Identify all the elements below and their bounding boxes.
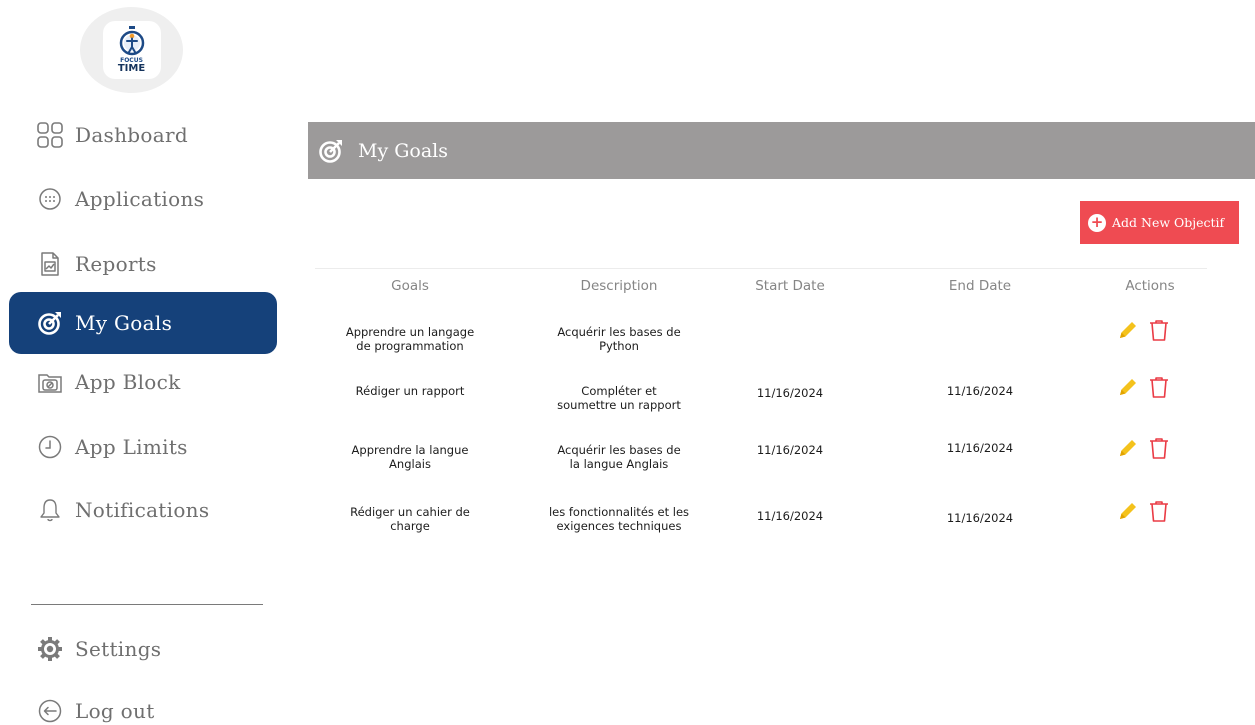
gear-icon [35, 634, 65, 664]
description-text-line: soumettre un rapport [557, 398, 681, 412]
clock-icon [35, 432, 65, 462]
end-date-cell: 11/16/2024 [946, 384, 1014, 398]
goal-cell: Apprendre la langue Anglais [330, 443, 490, 471]
goal-cell: Rédiger un rapport [330, 384, 490, 398]
sidebar-item-label: Dashboard [75, 123, 188, 147]
goal-cell: Apprendre un langage de programmation [330, 325, 490, 353]
sidebar-item-label: Reports [75, 252, 157, 276]
description-text-line: la langue Anglais [569, 457, 669, 471]
delete-trash-icon[interactable] [1149, 500, 1169, 522]
start-date-cell: 11/16/2024 [756, 443, 824, 457]
goal-text-line: de programmation [356, 339, 464, 353]
target-icon [35, 308, 65, 338]
start-date-cell: 11/16/2024 [756, 509, 824, 523]
description-cell: Compléter et soumettre un rapport [535, 384, 703, 412]
sidebar-item-label: Settings [75, 637, 162, 661]
sidebar-item-app-block[interactable]: App Block [9, 351, 277, 413]
sidebar-item-label: App Limits [75, 435, 188, 459]
description-text-line: Acquérir les bases de [557, 443, 681, 457]
apps-icon [35, 184, 65, 214]
focus-time-logo: FOCUS TIME [102, 21, 161, 79]
column-header-description: Description [580, 278, 658, 294]
description-cell: Acquérir les bases de Python [535, 325, 703, 353]
column-header-goals: Goals [391, 278, 429, 294]
page-header: My Goals [308, 122, 1255, 179]
target-icon [316, 136, 346, 166]
app-block-icon [35, 367, 65, 397]
description-cell: Acquérir les bases de la langue Anglais [535, 443, 703, 471]
sidebar-item-my-goals[interactable]: My Goals [9, 292, 277, 354]
logo-container: FOCUS TIME [80, 7, 183, 93]
dashboard-grid-icon [35, 120, 65, 150]
row-actions [1117, 376, 1169, 398]
row-actions [1117, 500, 1169, 522]
description-text-line: Compléter et [581, 384, 657, 398]
description-text-line: Python [599, 339, 639, 353]
plus-circle-icon: + [1088, 213, 1106, 232]
sidebar-item-label: Notifications [75, 498, 210, 522]
column-header-start-date: Start Date [755, 278, 825, 294]
edit-pencil-icon[interactable] [1117, 437, 1139, 459]
bell-icon [35, 495, 65, 525]
goal-cell: Rédiger un cahier de charge [330, 505, 490, 533]
description-text-line: les fonctionnalités et les [548, 505, 690, 519]
logout-icon [35, 696, 65, 725]
end-date-cell: 11/16/2024 [946, 511, 1014, 525]
edit-pencil-icon[interactable] [1117, 319, 1139, 341]
sidebar-item-settings[interactable]: Settings [9, 618, 277, 680]
sidebar-item-reports[interactable]: Reports [9, 233, 277, 295]
description-cell: les fonctionnalités et les exigences tec… [535, 505, 703, 533]
report-icon [35, 249, 65, 279]
delete-trash-icon[interactable] [1149, 376, 1169, 398]
description-text-line: exigences techniques [556, 519, 682, 533]
goal-text-line: Apprendre un langage [345, 325, 475, 339]
row-actions [1117, 319, 1169, 341]
table-divider [315, 268, 1207, 269]
delete-trash-icon[interactable] [1149, 437, 1169, 459]
description-text-line: Acquérir les bases de [557, 325, 681, 339]
logo-text-time: TIME [117, 63, 146, 74]
sidebar-item-label: App Block [75, 370, 181, 394]
goal-text-line: Rédiger un rapport [355, 384, 465, 398]
sidebar-item-label: My Goals [75, 311, 173, 335]
column-header-actions: Actions [1125, 278, 1175, 294]
delete-trash-icon[interactable] [1149, 319, 1169, 341]
sidebar-item-app-limits[interactable]: App Limits [9, 416, 277, 478]
sidebar-item-logout[interactable]: Log out [9, 680, 277, 725]
column-header-end-date: End Date [948, 278, 1012, 294]
goal-text-line: charge [390, 519, 430, 533]
row-actions [1117, 437, 1169, 459]
edit-pencil-icon[interactable] [1117, 500, 1139, 522]
sidebar-item-notifications[interactable]: Notifications [9, 479, 277, 541]
page-title: My Goals [358, 139, 448, 162]
add-new-objectif-button[interactable]: + Add New Objectif [1080, 201, 1239, 244]
sidebar-item-label: Log out [75, 699, 155, 723]
end-date-cell: 11/16/2024 [946, 441, 1014, 455]
stopwatch-icon [119, 26, 144, 56]
edit-pencil-icon[interactable] [1117, 376, 1139, 398]
sidebar-item-applications[interactable]: Applications [9, 168, 277, 230]
goal-text-line: Apprendre la langue [351, 443, 469, 457]
goal-text-line: Rédiger un cahier de [350, 505, 470, 519]
add-button-label: Add New Objectif [1112, 215, 1225, 230]
sidebar-divider [31, 604, 263, 605]
goal-text-line: Anglais [389, 457, 431, 471]
start-date-cell: 11/16/2024 [756, 386, 824, 400]
sidebar-item-dashboard[interactable]: Dashboard [9, 104, 277, 166]
sidebar-item-label: Applications [75, 187, 205, 211]
